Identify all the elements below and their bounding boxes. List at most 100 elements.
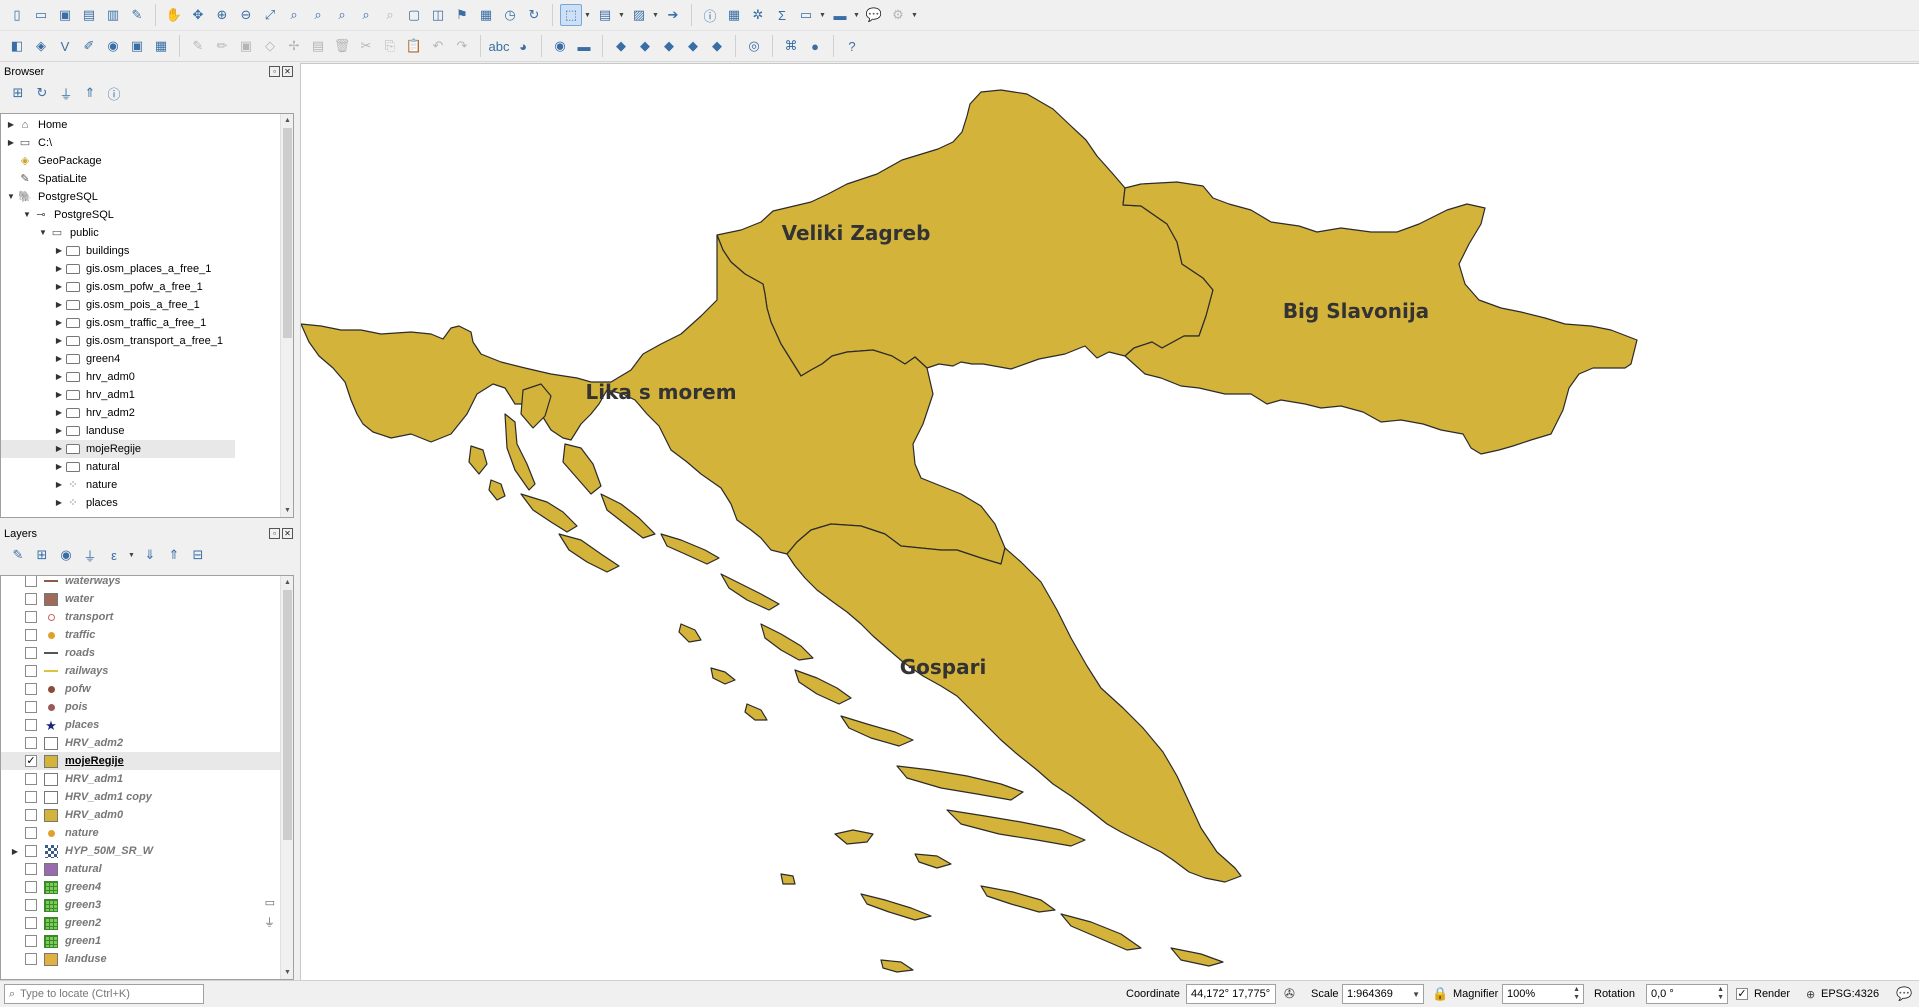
layer-visibility-checkbox[interactable] (25, 629, 37, 641)
browser-item[interactable]: ▼ ⊸ PostgreSQL (1, 206, 293, 224)
filter-expression-icon[interactable]: ε (104, 545, 124, 565)
digitize-icon[interactable]: ✐ (78, 35, 100, 57)
layer-visibility-checkbox[interactable] (25, 899, 37, 911)
label-tool-icon[interactable]: abc (488, 35, 510, 57)
layer-visibility-checkbox[interactable] (25, 827, 37, 839)
style-manager-icon[interactable]: ✎ (126, 4, 148, 26)
render-checkbox[interactable]: ✓ (1736, 988, 1748, 1000)
scroll-up-icon[interactable]: ▲ (281, 576, 293, 589)
layer-row[interactable]: roads (1, 644, 293, 662)
layer-visibility-checkbox[interactable] (25, 953, 37, 965)
layer-row[interactable]: natural (1, 860, 293, 878)
browser-item[interactable]: ▶ ▭ C:\ (1, 134, 293, 152)
coordinate-field[interactable]: 44,172° 17,775° (1186, 984, 1276, 1004)
field-calculator-icon[interactable]: ✲ (747, 4, 769, 26)
layer-row[interactable]: transport (1, 608, 293, 626)
zoom-selection-icon[interactable]: ⌕ (283, 4, 305, 26)
add-selected-layers-icon[interactable]: ⊞ (8, 83, 28, 103)
expand-arrow-icon[interactable]: ▶ (5, 134, 17, 152)
collapse-arrow-icon[interactable]: ▼ (5, 188, 17, 206)
magnifier-field[interactable]: 100% ▲ ▼ (1502, 984, 1584, 1004)
scale-field[interactable]: 1:964369 ▼ (1342, 984, 1424, 1004)
info-icon[interactable]: ⓘ (104, 83, 124, 103)
data-source-manager-icon[interactable]: ◧ (6, 35, 28, 57)
messages-icon[interactable]: 💬 (1896, 986, 1912, 1002)
measure-icon[interactable]: ▭ (795, 4, 817, 26)
lock-icon[interactable]: 🔒 (1432, 986, 1448, 1002)
pan-to-selection-icon[interactable]: ✥ (187, 4, 209, 26)
toggle-extents-icon[interactable]: ✇ (1284, 986, 1295, 1002)
browser-item[interactable]: ▶ buildings (1, 242, 293, 260)
redo-icon[interactable]: ↷ (451, 35, 473, 57)
expand-arrow-icon[interactable]: ▶ (53, 260, 65, 278)
expand-arrow-icon[interactable]: ▶ (5, 847, 25, 856)
zoom-next-icon[interactable]: ⌕ (379, 4, 401, 26)
cut-icon[interactable]: ✂ (355, 35, 377, 57)
expand-arrow-icon[interactable]: ▶ (53, 440, 65, 458)
help-icon[interactable]: ? (841, 35, 863, 57)
layer-row[interactable]: railways (1, 662, 293, 680)
layer-visibility-checkbox[interactable] (25, 701, 37, 713)
layer-row[interactable]: pois (1, 698, 293, 716)
map-svg[interactable]: Veliki Zagreb Big Slavonija Lika s morem… (300, 64, 1919, 981)
layer-filter-icon[interactable]: ⏚ (264, 914, 275, 930)
layer-visibility-checkbox[interactable] (25, 881, 37, 893)
crs-label[interactable]: EPSG:4326 (1821, 988, 1879, 1000)
browser-item[interactable]: ▶ green4 (1, 350, 293, 368)
browser-item[interactable]: ◈ GeoPackage (1, 152, 293, 170)
settings-icon[interactable]: ⚙ (887, 4, 909, 26)
expand-arrow-icon[interactable]: ▶ (53, 350, 65, 368)
add-feature-icon[interactable]: ◇ (259, 35, 281, 57)
layer-row[interactable]: traffic (1, 626, 293, 644)
chevron-down-icon[interactable]: ▼ (911, 12, 919, 19)
show-bookmarks-icon[interactable]: ▦ (475, 4, 497, 26)
expand-arrow-icon[interactable]: ▶ (53, 278, 65, 296)
layer-row[interactable]: ✓ mojeRegije (1, 752, 293, 770)
layer-visibility-checkbox[interactable] (25, 809, 37, 821)
float-panel-icon[interactable]: ▫ (269, 66, 280, 77)
layer-row[interactable]: green4 (1, 878, 293, 896)
spinner-icon[interactable]: ▲ ▼ (1573, 986, 1580, 1002)
chevron-down-icon[interactable]: ▼ (652, 12, 660, 19)
modify-attributes-icon[interactable]: ▤ (307, 35, 329, 57)
new-3d-view-icon[interactable]: ◫ (427, 4, 449, 26)
browser-item[interactable]: ▶ gis.osm_transport_a_free_1 (1, 332, 293, 350)
zoom-native-icon[interactable]: ⌕ (331, 4, 353, 26)
browser-item[interactable]: ▶ hrv_adm1 (1, 386, 293, 404)
scroll-up-icon[interactable]: ▲ (281, 114, 293, 127)
layer-visibility-checkbox[interactable] (25, 576, 37, 587)
add-raster-icon[interactable]: ▣ (126, 35, 148, 57)
measure-line-icon[interactable]: ▬ (829, 4, 851, 26)
layer-row[interactable]: nature (1, 824, 293, 842)
layer-row[interactable]: HRV_adm2 (1, 734, 293, 752)
highlight-labels-icon[interactable]: ▬ (573, 35, 595, 57)
layers-tree[interactable]: waterways water transport traffic roads railw… (0, 575, 294, 980)
zoom-in-icon[interactable]: ⊕ (211, 4, 233, 26)
python-console-icon[interactable]: ⌘ (780, 35, 802, 57)
locator-bar[interactable]: ⌕ Type to locate (Ctrl+K) (4, 984, 204, 1004)
layer-row[interactable]: HRV_adm1 (1, 770, 293, 788)
copy-icon[interactable]: ⎘ (379, 35, 401, 57)
layer-row[interactable]: ▶ HYP_50M_SR_W (1, 842, 293, 860)
layer-visibility-checkbox[interactable] (25, 665, 37, 677)
gps-icon[interactable]: ◎ (743, 35, 765, 57)
layers-scrollbar[interactable]: ▲ ▼ (280, 576, 293, 979)
spinner-icon[interactable]: ▲ ▼ (1717, 986, 1724, 1002)
collapse-all-icon[interactable]: ⇑ (164, 545, 184, 565)
layer-visibility-checkbox[interactable] (25, 647, 37, 659)
expand-arrow-icon[interactable]: ▶ (53, 494, 65, 512)
browser-item[interactable]: ▶ mojeRegije (1, 440, 235, 458)
refresh-icon[interactable]: ↻ (32, 83, 52, 103)
pin-labels-icon[interactable]: ◉ (549, 35, 571, 57)
browser-item[interactable]: ▶ natural (1, 458, 293, 476)
show-hide-labels-icon[interactable]: ◆ (682, 35, 704, 57)
browser-item[interactable]: ▶ ⁘ places (1, 494, 293, 512)
scroll-down-icon[interactable]: ▼ (281, 504, 293, 517)
layer-row[interactable]: green3 (1, 896, 293, 914)
remove-layer-icon[interactable]: ⊟ (188, 545, 208, 565)
scroll-thumb[interactable] (283, 590, 292, 840)
layer-visibility-checkbox[interactable] (25, 935, 37, 947)
layer-row[interactable]: pofw (1, 680, 293, 698)
layer-visibility-checkbox[interactable] (25, 791, 37, 803)
add-group-icon[interactable]: ⊞ (32, 545, 52, 565)
